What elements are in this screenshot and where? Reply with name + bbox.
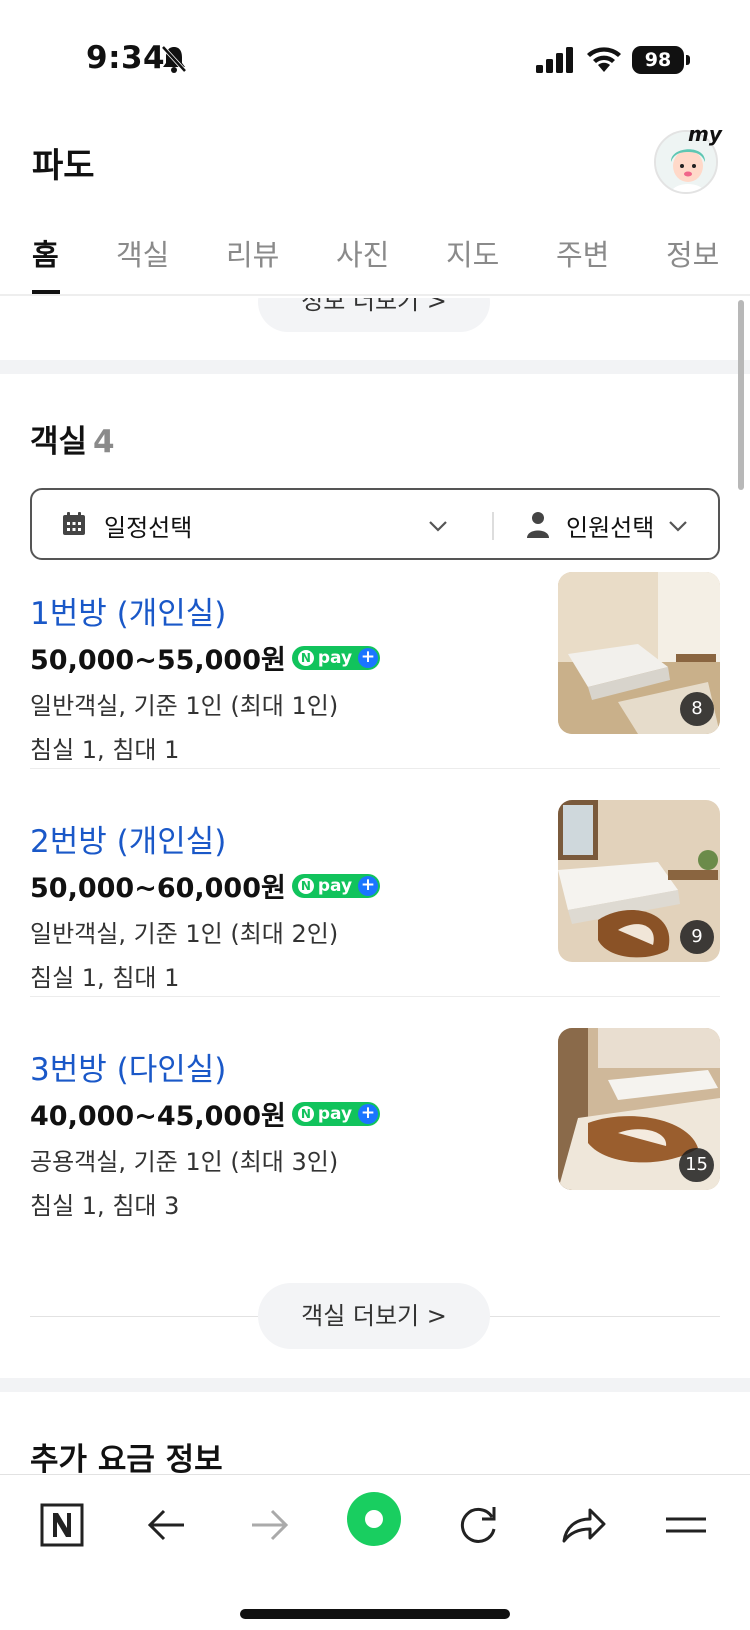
npay-badge: Npay + bbox=[291, 1101, 381, 1126]
people-select[interactable]: 인원선택 bbox=[566, 508, 654, 543]
photo-count-badge: 8 bbox=[680, 692, 714, 726]
room-description: 공용객실, 기준 1인 (최대 3인) bbox=[30, 1148, 339, 1176]
chevron-down-icon[interactable] bbox=[428, 520, 448, 532]
room-name-link[interactable]: 2번방 (개인실) bbox=[30, 816, 226, 861]
tab-home[interactable]: 홈 bbox=[32, 232, 59, 274]
home-indicator[interactable] bbox=[240, 1609, 510, 1619]
npay-label: pay bbox=[317, 647, 353, 668]
page-title: 파도 bbox=[32, 146, 95, 186]
app-header: 파도 my bbox=[0, 120, 750, 210]
rooms-title-text: 객실 bbox=[30, 424, 88, 460]
status-bar: 9:34 98 bbox=[0, 0, 750, 120]
room-item[interactable]: 2번방 (개인실) 50,000~60,000원 Npay + 일반객실, 기준 1… bbox=[30, 800, 720, 1016]
my-label: my bbox=[688, 122, 722, 146]
status-time: 9:34 bbox=[86, 40, 166, 76]
tab-reviews[interactable]: 리뷰 bbox=[226, 232, 279, 274]
row-separator bbox=[30, 768, 720, 769]
room-beds: 침실 1, 침대 3 bbox=[30, 1192, 180, 1220]
wifi-icon bbox=[587, 47, 621, 72]
npay-label: pay bbox=[317, 875, 353, 896]
tab-active-indicator bbox=[32, 290, 60, 294]
scrollbar[interactable] bbox=[738, 300, 744, 490]
room-item[interactable]: 1번방 (개인실) 50,000~55,000원 Npay + 일반객실, 기준 1… bbox=[30, 572, 720, 788]
date-select[interactable]: 일정선택 bbox=[104, 508, 192, 543]
rooms-count: 4 bbox=[93, 424, 115, 460]
npay-badge: Npay + bbox=[291, 873, 381, 898]
tab-bar: 홈 객실 리뷰 사진 지도 주변 정보 bbox=[0, 220, 750, 296]
bell-off-icon bbox=[161, 45, 187, 73]
naver-n-icon[interactable] bbox=[32, 1495, 92, 1555]
naver-green-dot-icon[interactable] bbox=[346, 1491, 402, 1547]
share-icon[interactable] bbox=[552, 1495, 612, 1555]
battery-indicator: 98 bbox=[632, 46, 690, 74]
tab-rooms[interactable]: 객실 bbox=[116, 232, 169, 274]
room-description: 일반객실, 기준 1인 (최대 1인) bbox=[30, 692, 339, 720]
npay-badge: Npay + bbox=[291, 645, 381, 670]
forward-arrow-icon[interactable] bbox=[240, 1495, 300, 1555]
plus-icon: + bbox=[358, 1103, 379, 1124]
room-description: 일반객실, 기준 1인 (최대 2인) bbox=[30, 920, 339, 948]
chevron-down-icon[interactable] bbox=[668, 520, 688, 532]
room-price: 50,000~55,000원 bbox=[30, 645, 286, 676]
tab-info[interactable]: 정보 bbox=[666, 232, 719, 274]
room-price-row: 50,000~60,000원 Npay + bbox=[30, 866, 381, 904]
room-beds: 침실 1, 침대 1 bbox=[30, 964, 180, 992]
npay-label: pay bbox=[317, 1103, 353, 1124]
tab-nearby[interactable]: 주변 bbox=[556, 232, 609, 274]
row-separator bbox=[30, 996, 720, 997]
plus-icon: + bbox=[358, 647, 379, 668]
calendar-icon bbox=[63, 512, 85, 535]
room-name-link[interactable]: 1번방 (개인실) bbox=[30, 588, 226, 633]
room-photo[interactable]: 15 bbox=[558, 1028, 720, 1190]
signal-icon bbox=[536, 47, 573, 73]
person-icon bbox=[527, 512, 549, 538]
room-item[interactable]: 3번방 (다인실) 40,000~45,000원 Npay + 공용객실, 기준 1… bbox=[30, 1028, 720, 1244]
info-more-button[interactable]: 정보 더보기 > bbox=[258, 298, 490, 332]
back-arrow-icon[interactable] bbox=[136, 1495, 196, 1555]
extra-fees-title: 추가 요금 정보 bbox=[30, 1442, 223, 1474]
room-photo[interactable]: 8 bbox=[558, 572, 720, 734]
tab-photos[interactable]: 사진 bbox=[336, 232, 389, 274]
main-content[interactable]: 정보 더보기 > 객실 4 일정선택 인원선택 1번방 (개인실) 50,000… bbox=[0, 298, 750, 1474]
rooms-section-title: 객실 4 bbox=[30, 416, 115, 461]
tab-map[interactable]: 지도 bbox=[446, 232, 499, 274]
plus-icon: + bbox=[358, 875, 379, 896]
room-photo[interactable]: 9 bbox=[558, 800, 720, 962]
section-divider bbox=[0, 360, 750, 374]
menu-icon[interactable] bbox=[656, 1495, 716, 1555]
naver-n-icon: N bbox=[297, 1105, 314, 1122]
photo-count-badge: 9 bbox=[680, 920, 714, 954]
room-beds: 침실 1, 침대 1 bbox=[30, 736, 180, 764]
room-price-row: 40,000~45,000원 Npay + bbox=[30, 1094, 381, 1132]
section-divider bbox=[0, 1378, 750, 1392]
filter-separator bbox=[492, 512, 494, 540]
room-name-link[interactable]: 3번방 (다인실) bbox=[30, 1044, 226, 1089]
naver-n-icon: N bbox=[297, 649, 314, 666]
photo-count-badge: 15 bbox=[679, 1148, 714, 1182]
refresh-icon[interactable] bbox=[448, 1495, 508, 1555]
room-price-row: 50,000~55,000원 Npay + bbox=[30, 638, 381, 676]
room-price: 50,000~60,000원 bbox=[30, 873, 286, 904]
room-filter: 일정선택 인원선택 bbox=[30, 488, 720, 560]
naver-n-icon: N bbox=[297, 877, 314, 894]
browser-toolbar bbox=[0, 1474, 750, 1630]
rooms-more-button[interactable]: 객실 더보기 > bbox=[258, 1283, 490, 1349]
room-price: 40,000~45,000원 bbox=[30, 1101, 286, 1132]
